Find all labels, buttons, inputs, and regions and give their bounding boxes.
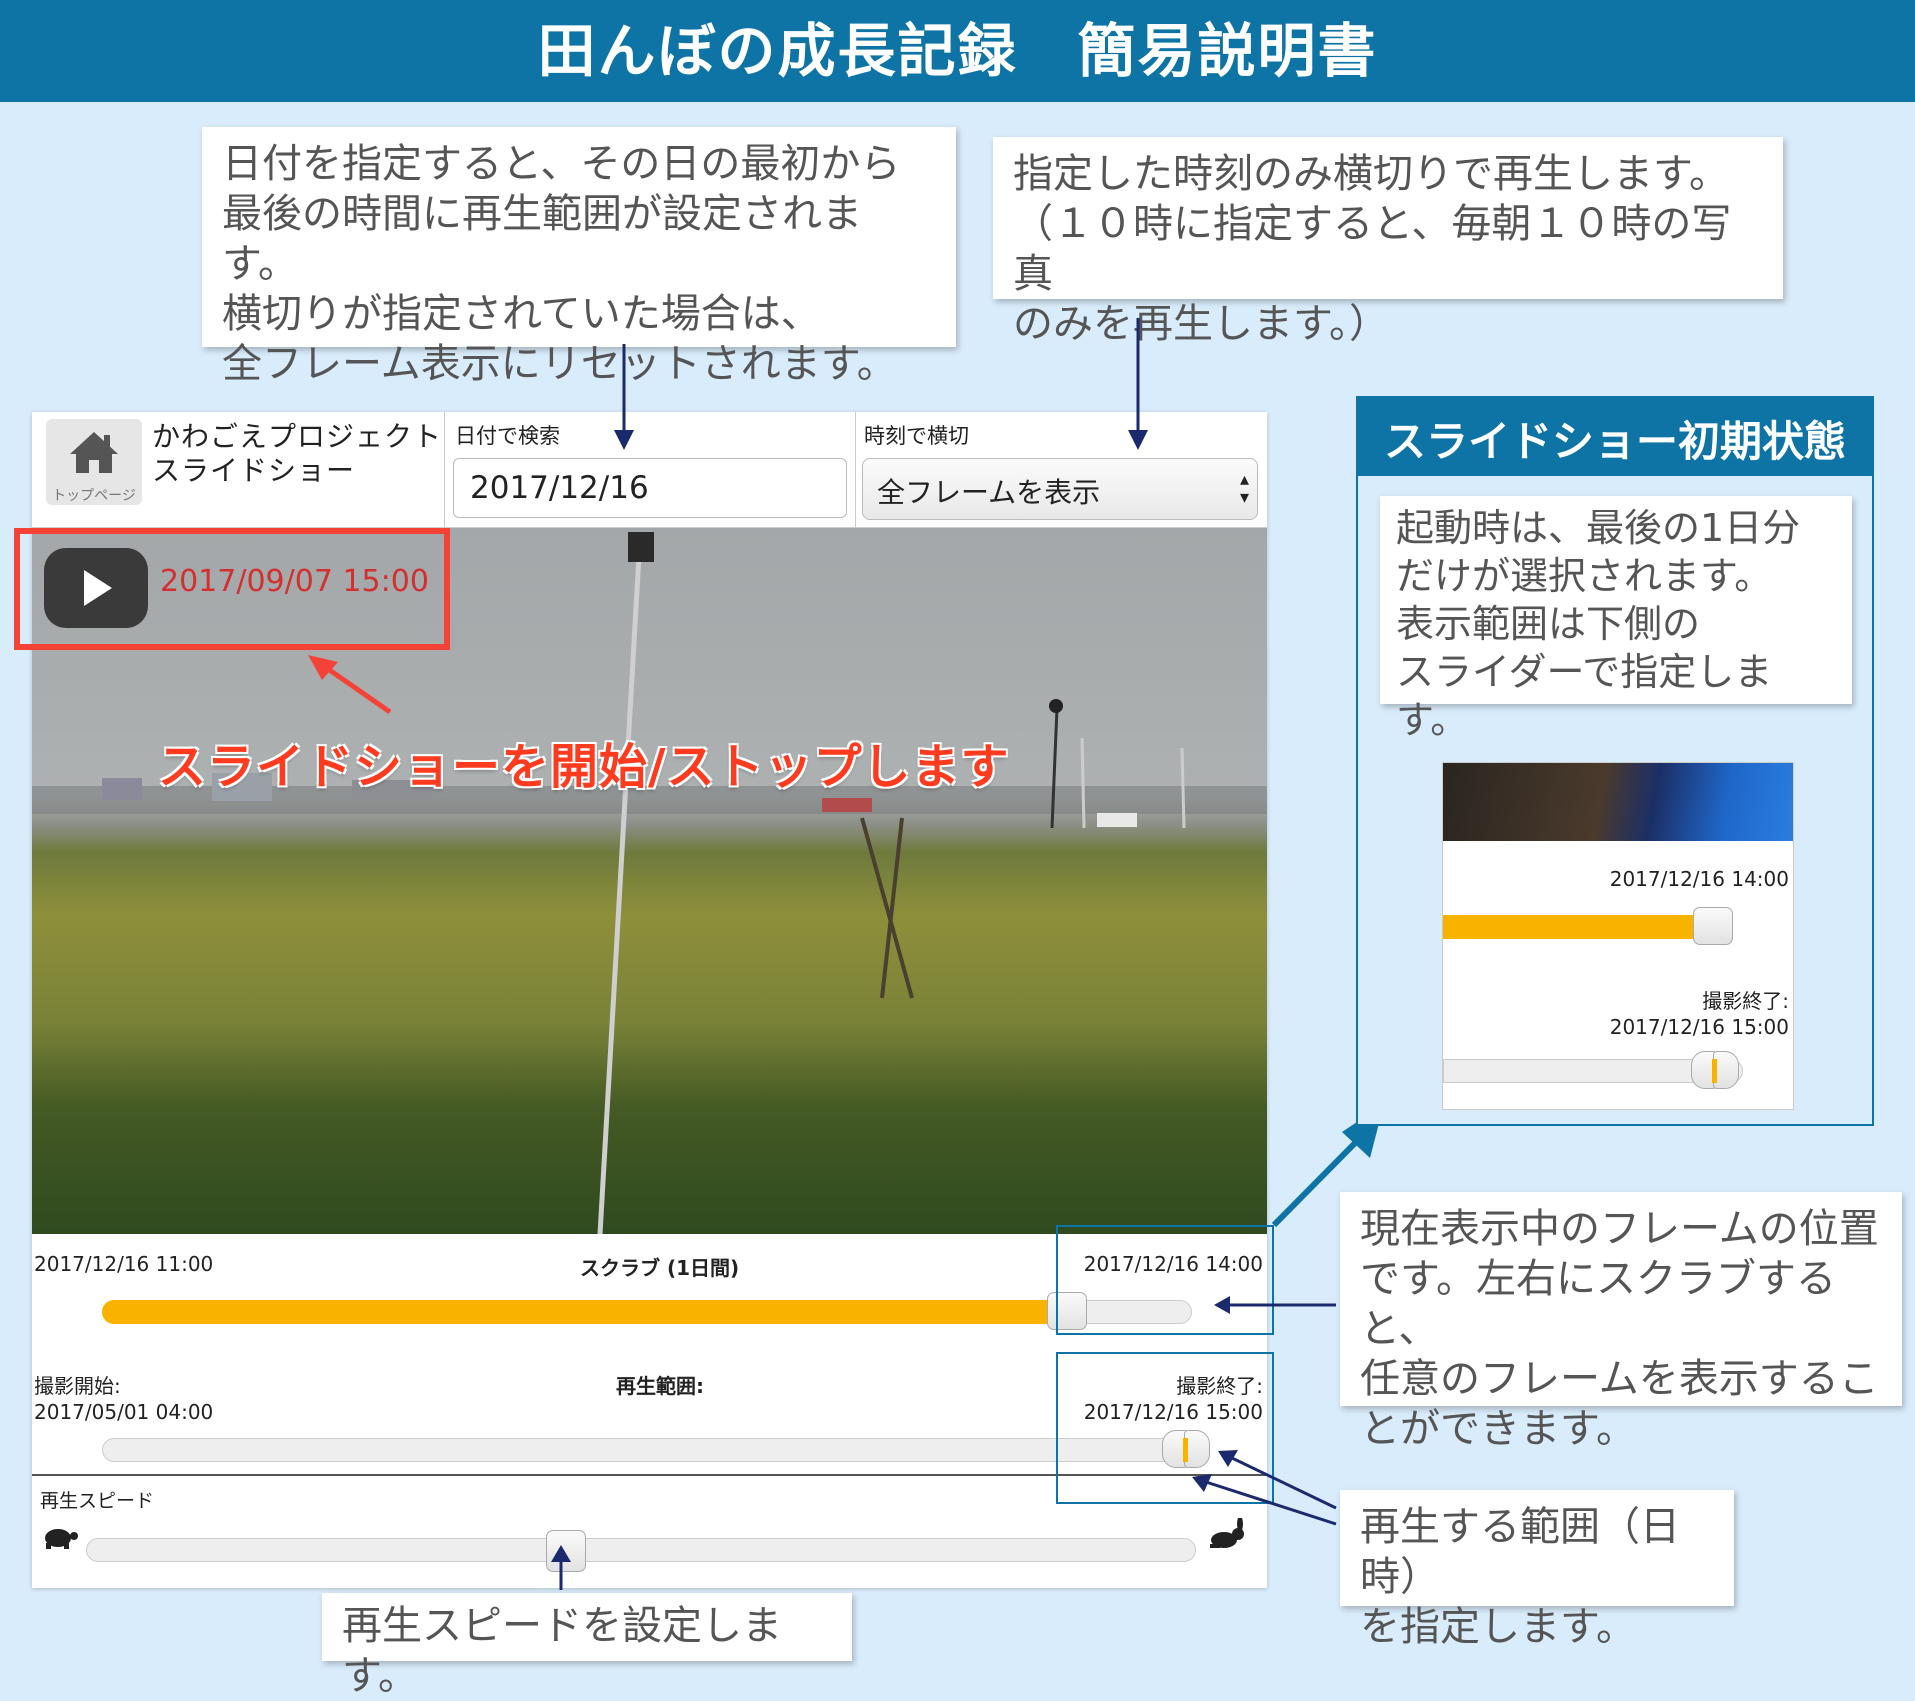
preview-scrub-time: 2017/12/16 14:00 bbox=[1609, 867, 1789, 891]
initial-state-panel: スライドショー初期状態 起動時は、最後の1日分 だけが選択されます。 表示範囲は… bbox=[1356, 396, 1874, 1126]
initial-state-header: スライドショー初期状態 bbox=[1358, 398, 1872, 476]
preview-scrub-thumb bbox=[1693, 907, 1733, 945]
preview-range-fill bbox=[1712, 1059, 1717, 1083]
initial-state-preview: 2017/12/16 14:00 撮影終了: 2017/12/16 15:00 bbox=[1442, 762, 1794, 1110]
initial-state-note: 起動時は、最後の1日分 だけが選択されます。 表示範囲は下側の スライダーで指定… bbox=[1380, 496, 1852, 742]
speed-note: 再生スピードを設定します。 bbox=[322, 1593, 852, 1699]
preview-end-value: 2017/12/16 15:00 bbox=[1609, 1015, 1789, 1039]
preview-scrub-fill bbox=[1443, 915, 1698, 939]
range-note: 再生する範囲（日時） を指定します。 bbox=[1340, 1490, 1734, 1650]
preview-photo bbox=[1443, 763, 1793, 841]
frame-note: 現在表示中のフレームの位置 です。左右にスクラブすると、 任意のフレームを表示す… bbox=[1340, 1192, 1902, 1452]
preview-end-label: 撮影終了: bbox=[1702, 989, 1789, 1013]
initial-state-title: スライドショー初期状態 bbox=[1383, 417, 1846, 466]
